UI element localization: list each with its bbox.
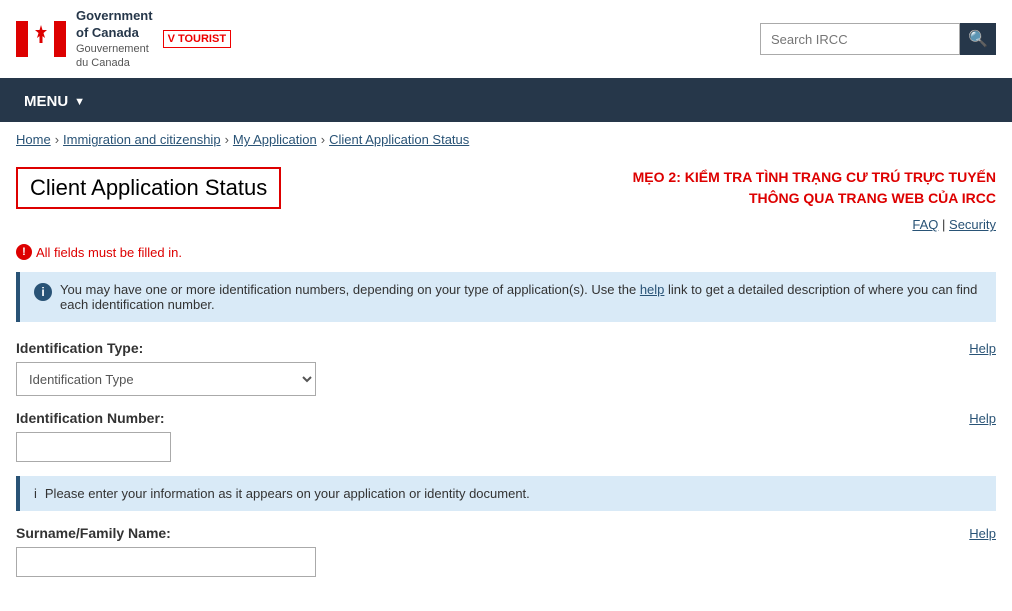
required-icon: !: [16, 244, 32, 260]
required-text: All fields must be filled in.: [36, 245, 182, 260]
search-area: 🔍: [760, 23, 996, 55]
promo-text: MẸO 2: KIỂM TRA TÌNH TRẠNG CƯ TRÚ TRỰC T…: [633, 167, 996, 209]
breadcrumb-my-application[interactable]: My Application: [233, 132, 317, 147]
breadcrumb-home[interactable]: Home: [16, 132, 51, 147]
id-type-select[interactable]: Identification Type Unique Client Identi…: [16, 362, 316, 396]
canada-flag-icon: [16, 21, 66, 57]
id-type-help-link[interactable]: Help: [969, 341, 996, 356]
breadcrumb-sep-2: ›: [225, 132, 229, 147]
surname-label: Surname/Family Name:: [16, 525, 171, 541]
faq-security-separator: |: [942, 217, 949, 232]
menu-label: MENU: [24, 93, 68, 110]
breadcrumb-sep-1: ›: [55, 132, 59, 147]
canada-wordmark: Government of Canada Gouvernement du Can…: [76, 8, 153, 70]
id-number-header: Identification Number: Help: [16, 410, 996, 426]
faq-security-links: FAQ | Security: [16, 217, 996, 232]
id-type-label: Identification Type:: [16, 340, 143, 356]
breadcrumb-immigration[interactable]: Immigration and citizenship: [63, 132, 221, 147]
surname-group: Surname/Family Name: Help: [16, 525, 996, 577]
promo-line1: MẸO 2: KIỂM TRA TÌNH TRẠNG CƯ TRÚ TRỰC T…: [633, 167, 996, 188]
page-title-box: Client Application Status: [16, 167, 281, 209]
id-number-help-link[interactable]: Help: [969, 411, 996, 426]
surname-header: Surname/Family Name: Help: [16, 525, 996, 541]
search-button[interactable]: 🔍: [960, 23, 996, 55]
surname-help-link[interactable]: Help: [969, 526, 996, 541]
info-box-content: You may have one or more identification …: [60, 282, 982, 312]
menu-arrow-icon: ▼: [74, 96, 85, 108]
id-type-header: Identification Type: Help: [16, 340, 996, 356]
tourist-logo: V TOURIST: [163, 30, 231, 48]
title-row: Client Application Status MẸO 2: KIỂM TR…: [16, 167, 996, 209]
nav-menu: MENU ▼: [0, 81, 1012, 122]
enter-notice-box: i Please enter your information as it ap…: [16, 476, 996, 511]
id-number-label: Identification Number:: [16, 410, 165, 426]
search-input[interactable]: [760, 23, 960, 55]
surname-input[interactable]: [16, 547, 316, 577]
id-number-group: Identification Number: Help: [16, 410, 996, 462]
site-header: Government of Canada Gouvernement du Can…: [0, 0, 1012, 81]
search-icon: 🔍: [968, 29, 988, 49]
main-content: Client Application Status MẸO 2: KIỂM TR…: [0, 157, 1012, 611]
enter-notice-text: Please enter your information as it appe…: [45, 486, 530, 501]
id-type-group: Identification Type: Help Identification…: [16, 340, 996, 396]
breadcrumb: Home › Immigration and citizenship › My …: [0, 122, 1012, 157]
enter-notice-icon: i: [34, 486, 37, 501]
required-notice: ! All fields must be filled in.: [16, 244, 996, 260]
id-number-input[interactable]: [16, 432, 171, 462]
info-box-icon: i: [34, 283, 52, 301]
page-title: Client Application Status: [30, 175, 267, 200]
help-link-info[interactable]: help: [640, 282, 665, 297]
promo-line2: THÔNG QUA TRANG WEB CỦA IRCC: [633, 188, 996, 209]
menu-button[interactable]: MENU ▼: [16, 81, 93, 122]
header-left: Government of Canada Gouvernement du Can…: [16, 8, 231, 70]
breadcrumb-sep-3: ›: [321, 132, 325, 147]
info-box-text1: You may have one or more identification …: [60, 282, 636, 297]
breadcrumb-client-status[interactable]: Client Application Status: [329, 132, 469, 147]
info-box: i You may have one or more identificatio…: [16, 272, 996, 322]
security-link[interactable]: Security: [949, 217, 996, 232]
faq-link[interactable]: FAQ: [912, 217, 938, 232]
